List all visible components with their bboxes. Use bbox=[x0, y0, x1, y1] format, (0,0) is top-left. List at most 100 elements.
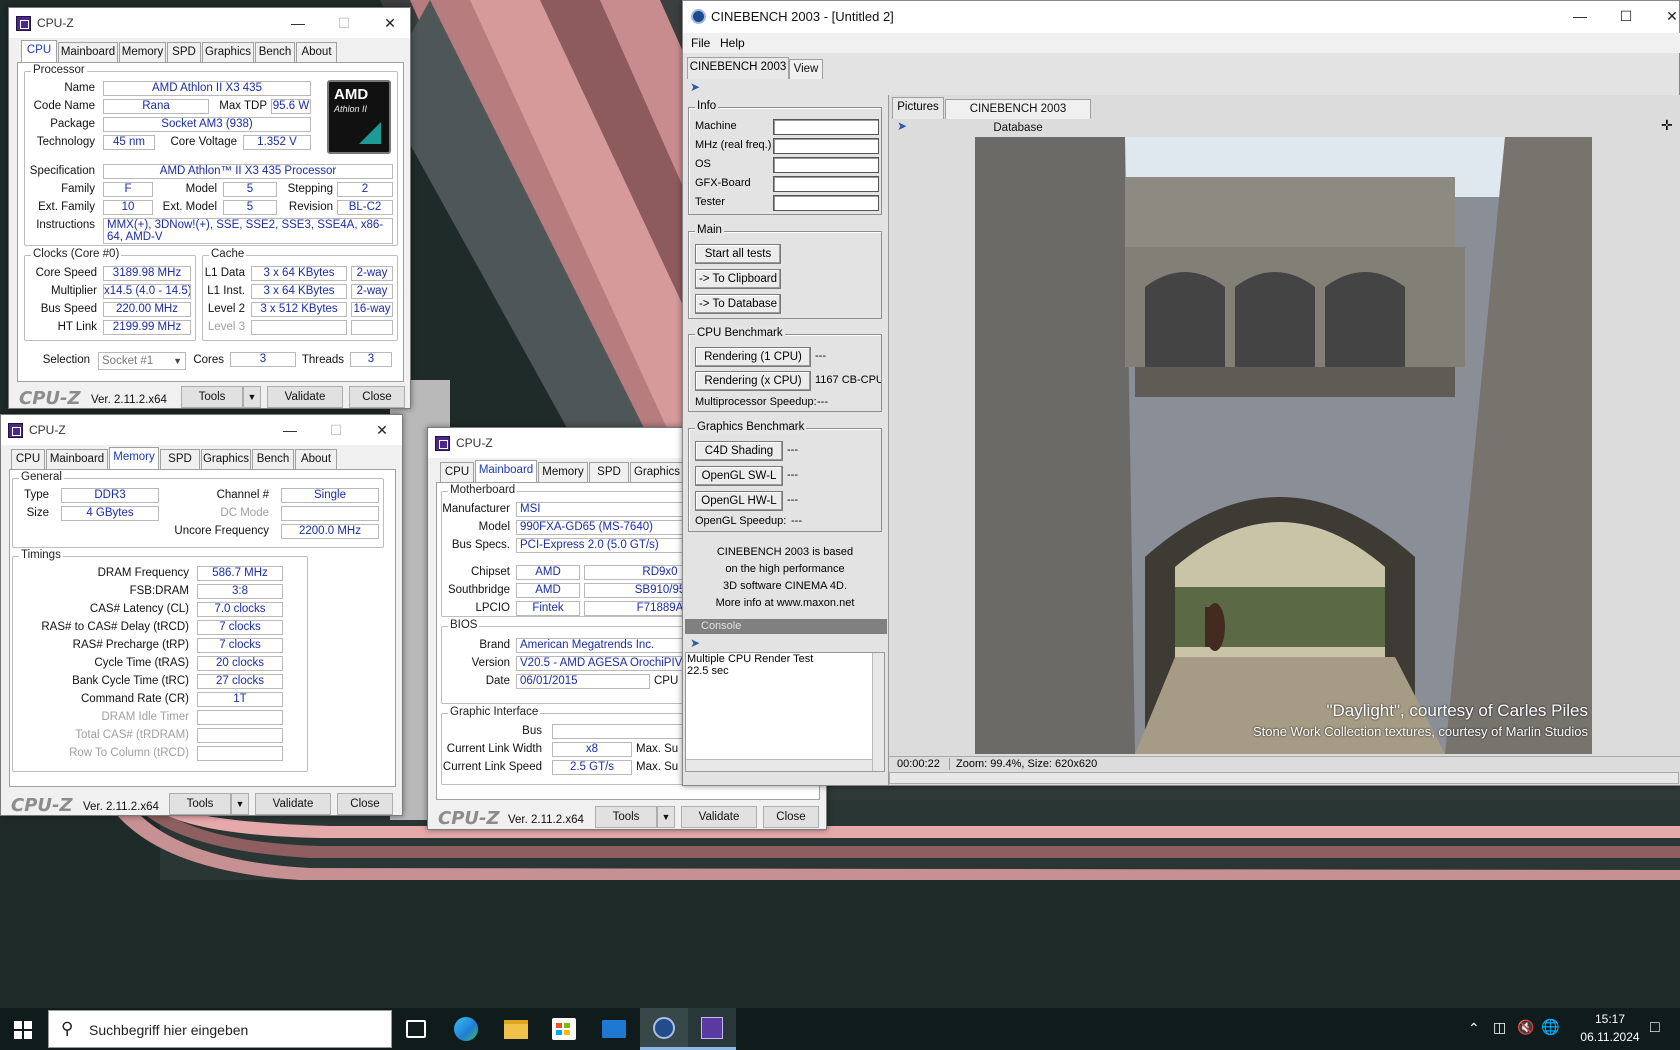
start-all-tests-button[interactable]: Start all tests bbox=[695, 244, 781, 264]
to-database-button[interactable]: -> To Database bbox=[695, 294, 781, 314]
tools-label: Tools bbox=[612, 811, 640, 823]
volume-muted-icon[interactable]: 🔇 bbox=[1517, 1019, 1534, 1036]
rendering-xcpu-button[interactable]: Rendering (x CPU) bbox=[695, 371, 811, 391]
tab-view[interactable]: View bbox=[789, 59, 823, 79]
move-icon[interactable]: ✛ bbox=[1661, 117, 1673, 134]
console-header[interactable]: Console bbox=[685, 619, 887, 634]
title-bar[interactable]: CINEBENCH 2003 - [Untitled 2] — ☐ ✕ bbox=[683, 1, 1679, 33]
cpu-benchmark-group: CPU Benchmark Rendering (1 CPU) --- Rend… bbox=[688, 327, 882, 412]
tools-button[interactable]: Tools bbox=[169, 793, 231, 815]
tab-spd[interactable]: SPD bbox=[167, 42, 201, 62]
type-value: DDR3 bbox=[61, 488, 159, 503]
tab-about[interactable]: About bbox=[296, 42, 337, 62]
tab-mainboard[interactable]: Mainboard bbox=[475, 460, 537, 482]
opengl-swl-button[interactable]: OpenGL SW-L bbox=[695, 466, 783, 486]
edge-icon[interactable] bbox=[454, 1017, 478, 1041]
horizontal-scrollbar[interactable] bbox=[889, 772, 1679, 784]
tools-button[interactable]: Tools bbox=[181, 386, 243, 408]
tab-bench[interactable]: Bench bbox=[252, 449, 294, 469]
tools-button[interactable]: Tools bbox=[595, 806, 657, 828]
file-explorer-icon[interactable] bbox=[504, 1020, 528, 1039]
selection-dropdown[interactable]: Socket #1 ▼ bbox=[98, 352, 186, 370]
console-output[interactable]: Multiple CPU Render Test 22.5 sec bbox=[685, 652, 885, 772]
cinebench-taskbar-button[interactable] bbox=[640, 1008, 688, 1050]
tools-dropdown-button[interactable]: ▼ bbox=[231, 793, 249, 815]
tab-bench[interactable]: Bench bbox=[255, 42, 295, 62]
tab-mainboard[interactable]: Mainboard bbox=[58, 42, 118, 62]
timing-label: DRAM Idle Timer bbox=[101, 711, 189, 723]
menu-help[interactable]: Help bbox=[720, 36, 745, 50]
close-button[interactable]: Close bbox=[763, 806, 819, 828]
tools-dropdown-button[interactable]: ▼ bbox=[243, 386, 261, 408]
minimize-button[interactable]: — bbox=[267, 415, 313, 445]
close-window-button[interactable]: ✕ bbox=[367, 8, 413, 38]
title-bar[interactable]: CPU-Z — ☐ ✕ bbox=[9, 8, 410, 38]
model-label: Model bbox=[185, 183, 217, 195]
pin-icon[interactable]: ➤ bbox=[690, 80, 700, 94]
tab-pictures[interactable]: Pictures bbox=[892, 97, 944, 119]
core-speed-value: 3189.98 MHz bbox=[103, 266, 191, 281]
tray-device-icon[interactable]: ◫ bbox=[1493, 1019, 1506, 1036]
gfx-board-input[interactable] bbox=[773, 176, 879, 192]
maximize-button[interactable]: ☐ bbox=[1603, 1, 1649, 31]
group-label: Info bbox=[695, 100, 719, 112]
close-window-button[interactable]: ✕ bbox=[1649, 1, 1680, 31]
tab-graphics[interactable]: Graphics bbox=[201, 449, 251, 469]
console-scrollbar[interactable] bbox=[872, 653, 884, 771]
group-label: Graphics Benchmark bbox=[695, 421, 807, 433]
title-bar[interactable]: CPU-Z — ☐ ✕ bbox=[1, 415, 402, 445]
tab-graphics[interactable]: Graphics bbox=[202, 42, 254, 62]
validate-button[interactable]: Validate bbox=[267, 386, 343, 408]
tab-database[interactable]: CINEBENCH 2003 Database bbox=[945, 99, 1091, 134]
cpuz-window-cpu: CPU-Z — ☐ ✕ CPU Mainboard Memory SPD Gra… bbox=[8, 7, 411, 409]
opengl-hwl-button[interactable]: OpenGL HW-L bbox=[695, 491, 783, 511]
pin-icon[interactable]: ➤ bbox=[690, 636, 700, 650]
l1-data-label: L1 Data bbox=[204, 267, 245, 279]
notification-icon[interactable]: □ bbox=[1650, 1019, 1660, 1037]
core-voltage-value: 1.352 V bbox=[243, 135, 311, 150]
network-icon[interactable]: 🌐 bbox=[1541, 1018, 1560, 1036]
close-button[interactable]: Close bbox=[349, 386, 405, 408]
mail-icon[interactable] bbox=[602, 1020, 626, 1038]
mhz-input[interactable] bbox=[773, 138, 879, 154]
validate-button[interactable]: Validate bbox=[255, 793, 331, 815]
search-box[interactable]: ⚲ Suchbegriff hier eingeben bbox=[48, 1010, 392, 1048]
tab-memory[interactable]: Memory bbox=[119, 42, 166, 62]
tab-about[interactable]: About bbox=[295, 449, 337, 469]
tab-cpu[interactable]: CPU bbox=[21, 40, 57, 62]
rendering-1cpu-button[interactable]: Rendering (1 CPU) bbox=[695, 347, 811, 367]
windows-start-icon[interactable] bbox=[14, 1021, 32, 1039]
tab-memory[interactable]: Memory bbox=[538, 462, 588, 482]
tab-spd[interactable]: SPD bbox=[589, 462, 629, 482]
c4d-shading-button[interactable]: C4D Shading bbox=[695, 441, 783, 461]
tester-input[interactable] bbox=[773, 195, 879, 211]
close-button[interactable]: Close bbox=[337, 793, 393, 815]
validate-button[interactable]: Validate bbox=[681, 806, 757, 828]
tools-dropdown-button[interactable]: ▼ bbox=[657, 806, 675, 828]
task-view-icon[interactable] bbox=[406, 1020, 426, 1038]
store-icon[interactable] bbox=[552, 1018, 576, 1040]
to-clipboard-button[interactable]: -> To Clipboard bbox=[695, 269, 781, 289]
tab-cpu[interactable]: CPU bbox=[11, 449, 45, 469]
cpuz-taskbar-button[interactable] bbox=[688, 1008, 736, 1050]
pin-icon[interactable]: ➤ bbox=[897, 119, 907, 133]
minimize-button[interactable]: — bbox=[275, 8, 321, 38]
tab-cpu[interactable]: CPU bbox=[440, 462, 474, 482]
clock-time[interactable]: 15:17 bbox=[1578, 1012, 1642, 1026]
tab-memory[interactable]: Memory bbox=[109, 447, 159, 469]
tab-mainboard[interactable]: Mainboard bbox=[46, 449, 108, 469]
machine-input[interactable] bbox=[773, 119, 879, 135]
console-hscrollbar[interactable] bbox=[686, 759, 872, 771]
os-input[interactable] bbox=[773, 157, 879, 173]
timing-value bbox=[197, 746, 283, 761]
close-window-button[interactable]: ✕ bbox=[359, 415, 405, 445]
minimize-button[interactable]: — bbox=[1557, 1, 1603, 31]
chevron-up-icon[interactable]: ⌃ bbox=[1468, 1020, 1480, 1037]
tab-graphics[interactable]: Graphics bbox=[630, 462, 684, 482]
tab-cinebench-2003[interactable]: CINEBENCH 2003 bbox=[687, 57, 789, 79]
stepping-label: Stepping bbox=[287, 183, 333, 195]
clock-date[interactable]: 06.11.2024 bbox=[1572, 1030, 1648, 1044]
menu-file[interactable]: File bbox=[691, 36, 710, 50]
lpcio-value: Fintek bbox=[516, 601, 580, 616]
tab-spd[interactable]: SPD bbox=[160, 449, 200, 469]
